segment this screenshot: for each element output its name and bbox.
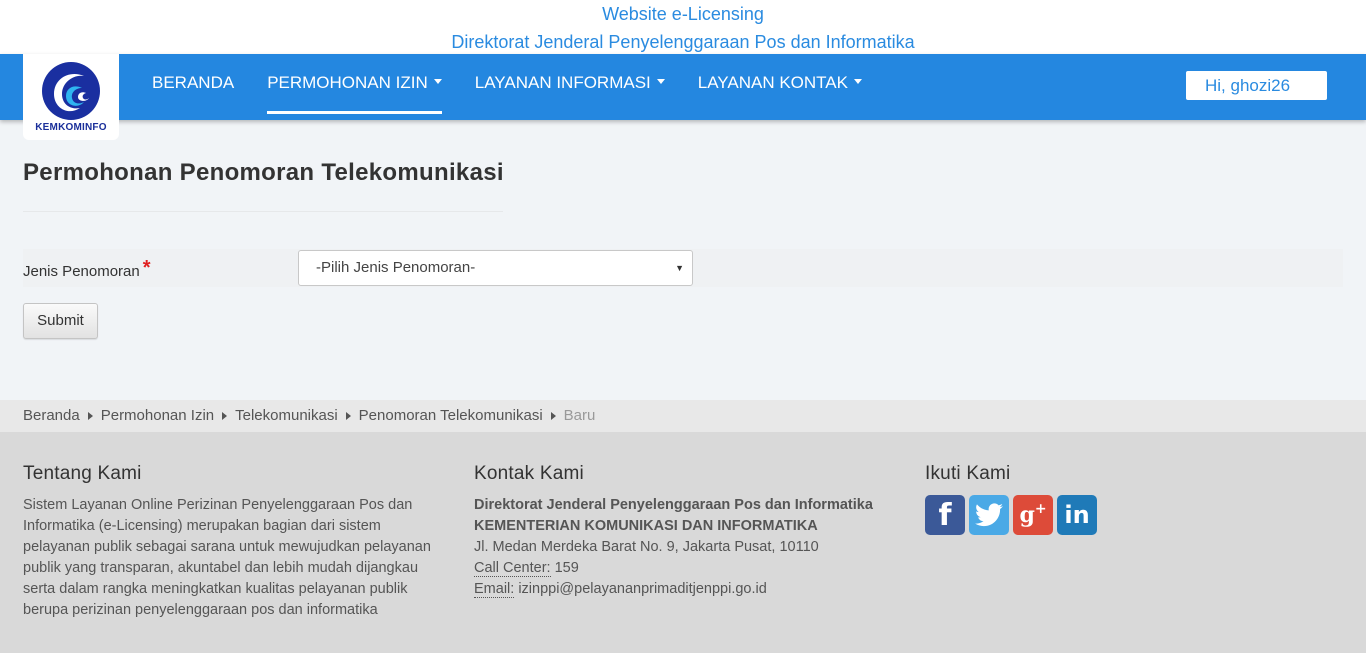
breadcrumb-separator-icon xyxy=(345,412,351,420)
nav-beranda-label: BERANDA xyxy=(152,73,235,92)
breadcrumb-separator-icon xyxy=(550,412,556,420)
select-value: -Pilih Jenis Penomoran- xyxy=(316,259,476,276)
navbar: KEMKOMINFO BERANDA PERMOHONAN IZIN LAYAN… xyxy=(0,54,1366,140)
caret-down-icon xyxy=(433,79,442,85)
title-divider xyxy=(23,211,503,212)
nav-permohonan-izin[interactable]: PERMOHONAN IZIN xyxy=(267,54,442,114)
nav-layanan-informasi[interactable]: LAYANAN INFORMASI xyxy=(475,54,665,114)
footer-contact: Kontak Kami Direktorat Jenderal Penyelen… xyxy=(474,463,894,600)
user-menu-button[interactable]: Hi, ghozi26 xyxy=(1186,71,1327,100)
banner-title: Website e-Licensing xyxy=(602,4,764,24)
main-nav: BERANDA PERMOHONAN IZIN LAYANAN INFORMAS… xyxy=(152,54,895,120)
call-center-value: 159 xyxy=(550,560,579,576)
kominfo-logo-icon xyxy=(42,62,100,120)
page-title: Permohonan Penomoran Telekomunikasi xyxy=(23,159,504,186)
footer: Tentang Kami Sistem Layanan Online Periz… xyxy=(0,432,1366,653)
field-label-text: Jenis Penomoran xyxy=(23,263,140,280)
linkedin-icon[interactable]: in xyxy=(1057,495,1097,535)
google-plus-icon[interactable]: g + xyxy=(1013,495,1053,535)
submit-button[interactable]: Submit xyxy=(23,303,98,339)
contact-org-ministry: KEMENTERIAN KOMUNIKASI DAN INFORMATIKA xyxy=(474,518,818,534)
top-banner: Website e-Licensing Direktorat Jenderal … xyxy=(0,0,1366,54)
breadcrumb: Beranda Permohonan Izin Telekomunikasi P… xyxy=(0,400,1366,432)
banner-subtitle: Direktorat Jenderal Penyelenggaraan Pos … xyxy=(451,32,915,52)
footer-about: Tentang Kami Sistem Layanan Online Periz… xyxy=(23,463,443,621)
call-center-label: Call Center: xyxy=(474,560,551,577)
email-value[interactable]: izinppi@pelayananprimaditjenppi.go.id xyxy=(514,581,767,597)
logo-text: KEMKOMINFO xyxy=(35,122,107,133)
footer-about-text: Sistem Layanan Online Perizinan Penyelen… xyxy=(23,497,431,618)
email-label: Email: xyxy=(474,581,515,598)
contact-email: Email: izinppi@pelayananprimaditjenppi.g… xyxy=(474,579,894,600)
required-mark: * xyxy=(142,257,151,279)
form-row-jenis-penomoran: Jenis Penomoran * -Pilih Jenis Penomoran-… xyxy=(23,249,1343,287)
social-links: f g + in xyxy=(925,495,1225,535)
breadcrumb-permohonan-izin[interactable]: Permohonan Izin xyxy=(101,400,214,432)
nav-layanan-kontak-label: LAYANAN KONTAK xyxy=(697,73,848,92)
contact-call-center: Call Center: 159 xyxy=(474,558,894,579)
breadcrumb-beranda[interactable]: Beranda xyxy=(23,400,80,432)
footer-contact-heading: Kontak Kami xyxy=(474,463,584,484)
nav-layanan-informasi-label: LAYANAN INFORMASI xyxy=(474,73,651,92)
footer-follow-heading: Ikuti Kami xyxy=(925,463,1011,484)
select-arrow-icon: ▼ xyxy=(675,263,684,273)
logo[interactable]: KEMKOMINFO xyxy=(23,54,119,140)
breadcrumb-telekomunikasi[interactable]: Telekomunikasi xyxy=(235,400,338,432)
caret-down-icon xyxy=(853,79,862,85)
caret-down-icon xyxy=(656,79,665,85)
footer-follow: Ikuti Kami f g + in xyxy=(925,463,1225,535)
footer-about-heading: Tentang Kami xyxy=(23,463,142,484)
breadcrumb-current: Baru xyxy=(563,407,596,424)
contact-org-directorate: Direktorat Jenderal Penyelenggaraan Pos … xyxy=(474,497,873,513)
jenis-penomoran-label: Jenis Penomoran * xyxy=(23,257,151,282)
nav-layanan-kontak[interactable]: LAYANAN KONTAK xyxy=(698,54,862,114)
nav-beranda[interactable]: BERANDA xyxy=(152,54,234,114)
facebook-icon[interactable]: f xyxy=(925,495,965,535)
nav-permohonan-izin-label: PERMOHONAN IZIN xyxy=(267,73,428,92)
breadcrumb-separator-icon xyxy=(87,412,93,420)
contact-address: Jl. Medan Merdeka Barat No. 9, Jakarta P… xyxy=(474,539,819,555)
breadcrumb-penomoran-telekomunikasi[interactable]: Penomoran Telekomunikasi xyxy=(359,400,543,432)
twitter-icon[interactable] xyxy=(969,495,1009,535)
jenis-penomoran-select[interactable]: -Pilih Jenis Penomoran- ▼ xyxy=(298,250,693,286)
breadcrumb-separator-icon xyxy=(222,412,228,420)
